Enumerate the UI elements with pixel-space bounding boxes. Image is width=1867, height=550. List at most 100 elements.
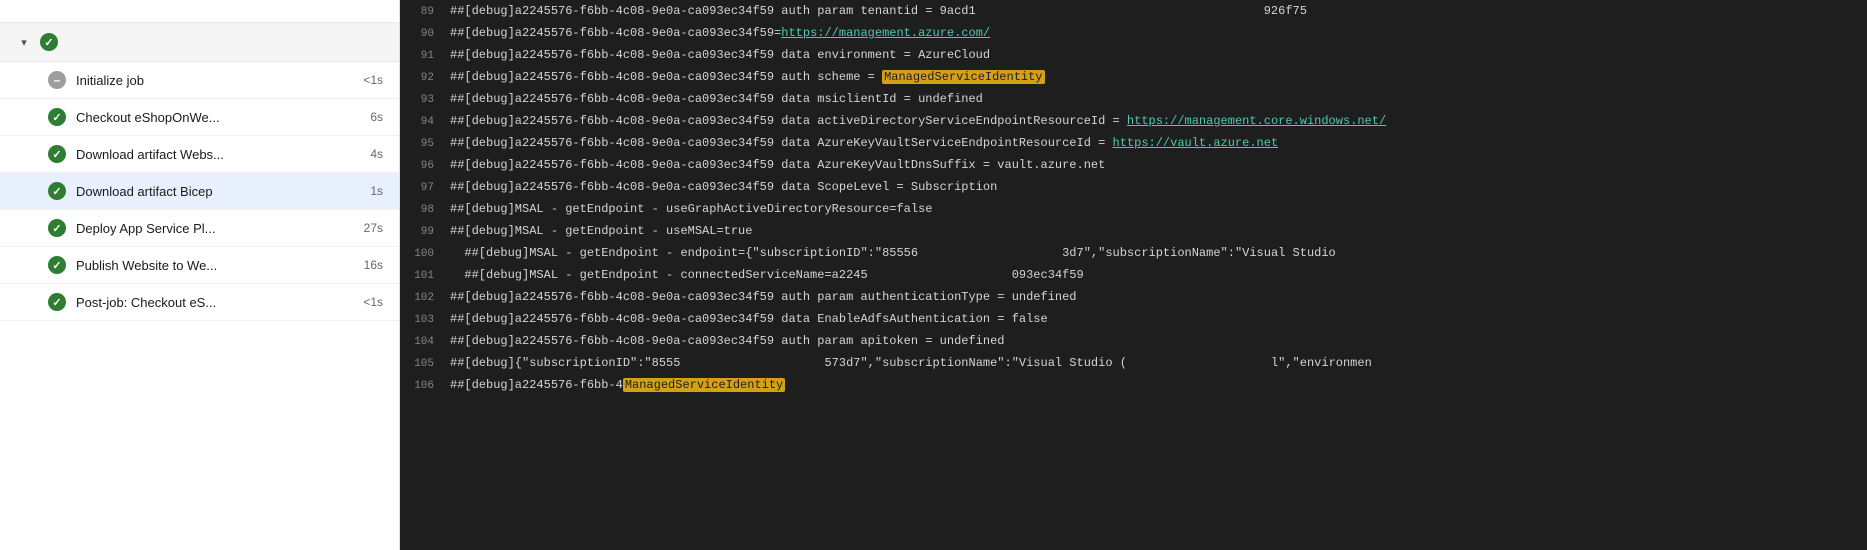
panel-title <box>0 0 399 23</box>
log-content: ##[debug]a2245576-f6bb-4c08-9e0a-ca093ec… <box>442 22 1867 44</box>
deploy-section: ▾ Initialize job <1s Checkout eShopOnWe...… <box>0 23 399 321</box>
line-number: 104 <box>400 334 442 350</box>
log-content: ##[debug]MSAL - getEndpoint - useMSAL=tr… <box>442 220 1867 242</box>
job-time: 4s <box>370 147 383 161</box>
success-icon <box>48 182 66 200</box>
log-row: 104##[debug]a2245576-f6bb-4c08-9e0a-ca09… <box>400 330 1867 352</box>
line-number: 91 <box>400 48 442 64</box>
job-time: <1s <box>363 295 383 309</box>
job-name: Publish Website to We... <box>76 258 354 273</box>
log-panel: 89##[debug]a2245576-f6bb-4c08-9e0a-ca093… <box>400 0 1867 550</box>
log-content: ##[debug]a2245576-f6bb-4c08-9e0a-ca093ec… <box>442 110 1867 132</box>
log-content: ##[debug]a2245576-f6bb-4c08-9e0a-ca093ec… <box>442 132 1867 154</box>
line-number: 97 <box>400 180 442 196</box>
success-icon <box>48 256 66 274</box>
log-row: 99##[debug]MSAL - getEndpoint - useMSAL=… <box>400 220 1867 242</box>
line-number: 103 <box>400 312 442 328</box>
job-item[interactable]: Publish Website to We... 16s <box>0 247 399 284</box>
deploy-header[interactable]: ▾ <box>0 23 399 62</box>
line-number: 100 <box>400 246 442 262</box>
job-item[interactable]: Download artifact Bicep 1s <box>0 173 399 210</box>
log-content: ##[debug]{"subscriptionID":"8555 573d7",… <box>442 352 1867 374</box>
job-name: Post-job: Checkout eS... <box>76 295 353 310</box>
line-number: 95 <box>400 136 442 152</box>
log-row: 106##[debug]a2245576-f6bb-4ManagedServic… <box>400 374 1867 396</box>
log-row: 96##[debug]a2245576-f6bb-4c08-9e0a-ca093… <box>400 154 1867 176</box>
truncated-text <box>918 246 1062 260</box>
log-row: 90##[debug]a2245576-f6bb-4c08-9e0a-ca093… <box>400 22 1867 44</box>
truncated-text <box>680 356 824 370</box>
success-icon <box>48 293 66 311</box>
job-time: 27s <box>364 221 383 235</box>
truncated-text <box>868 268 1012 282</box>
job-item[interactable]: Post-job: Checkout eS... <1s <box>0 284 399 321</box>
job-time: 16s <box>364 258 383 272</box>
success-icon <box>48 145 66 163</box>
log-content: ##[debug]a2245576-f6bb-4c08-9e0a-ca093ec… <box>442 66 1867 88</box>
highlight-text: ManagedServiceIdentity <box>623 378 785 392</box>
log-content: ##[debug]MSAL - getEndpoint - connectedS… <box>442 264 1867 286</box>
deploy-status-icon <box>40 33 58 51</box>
job-name: Download artifact Webs... <box>76 147 360 162</box>
line-number: 101 <box>400 268 442 284</box>
line-number: 94 <box>400 114 442 130</box>
job-item[interactable]: Initialize job <1s <box>0 62 399 99</box>
skipped-icon <box>48 71 66 89</box>
line-number: 98 <box>400 202 442 218</box>
line-number: 92 <box>400 70 442 86</box>
log-row: 101 ##[debug]MSAL - getEndpoint - connec… <box>400 264 1867 286</box>
log-row: 91##[debug]a2245576-f6bb-4c08-9e0a-ca093… <box>400 44 1867 66</box>
log-content: ##[debug]a2245576-f6bb-4c08-9e0a-ca093ec… <box>442 286 1867 308</box>
log-content: ##[debug]a2245576-f6bb-4c08-9e0a-ca093ec… <box>442 330 1867 352</box>
log-content: ##[debug]MSAL - getEndpoint - useGraphAc… <box>442 198 1867 220</box>
log-content: ##[debug]a2245576-f6bb-4ManagedServiceId… <box>442 374 1867 396</box>
line-number: 90 <box>400 26 442 42</box>
chevron-down-icon: ▾ <box>16 34 32 50</box>
line-number: 99 <box>400 224 442 240</box>
line-number: 96 <box>400 158 442 174</box>
job-name: Initialize job <box>76 73 353 88</box>
job-time: <1s <box>363 73 383 87</box>
log-row: 100 ##[debug]MSAL - getEndpoint - endpoi… <box>400 242 1867 264</box>
log-row: 103##[debug]a2245576-f6bb-4c08-9e0a-ca09… <box>400 308 1867 330</box>
left-panel: ▾ Initialize job <1s Checkout eShopOnWe...… <box>0 0 400 550</box>
log-row: 95##[debug]a2245576-f6bb-4c08-9e0a-ca093… <box>400 132 1867 154</box>
log-row: 98##[debug]MSAL - getEndpoint - useGraph… <box>400 198 1867 220</box>
line-number: 105 <box>400 356 442 372</box>
log-row: 89##[debug]a2245576-f6bb-4c08-9e0a-ca093… <box>400 0 1867 22</box>
log-row: 94##[debug]a2245576-f6bb-4c08-9e0a-ca093… <box>400 110 1867 132</box>
success-icon <box>48 108 66 126</box>
log-link[interactable]: https://management.azure.com/ <box>781 26 990 40</box>
job-item[interactable]: Download artifact Webs... 4s <box>0 136 399 173</box>
job-item[interactable]: Checkout eShopOnWe... 6s <box>0 99 399 136</box>
job-item[interactable]: Deploy App Service Pl... 27s <box>0 210 399 247</box>
line-number: 102 <box>400 290 442 306</box>
job-name: Deploy App Service Pl... <box>76 221 354 236</box>
line-number: 93 <box>400 92 442 108</box>
job-list: Initialize job <1s Checkout eShopOnWe... 6s… <box>0 62 399 321</box>
line-number: 89 <box>400 4 442 20</box>
log-content: ##[debug]a2245576-f6bb-4c08-9e0a-ca093ec… <box>442 154 1867 176</box>
log-row: 97##[debug]a2245576-f6bb-4c08-9e0a-ca093… <box>400 176 1867 198</box>
log-content: ##[debug]a2245576-f6bb-4c08-9e0a-ca093ec… <box>442 0 1867 22</box>
highlight-text: ManagedServiceIdentity <box>882 70 1044 84</box>
truncated-gap <box>976 4 1264 18</box>
log-content: ##[debug]MSAL - getEndpoint - endpoint={… <box>442 242 1867 264</box>
log-content: ##[debug]a2245576-f6bb-4c08-9e0a-ca093ec… <box>442 88 1867 110</box>
job-name: Download artifact Bicep <box>76 184 360 199</box>
line-number: 106 <box>400 378 442 394</box>
log-content: ##[debug]a2245576-f6bb-4c08-9e0a-ca093ec… <box>442 308 1867 330</box>
log-row: 105##[debug]{"subscriptionID":"8555 573d… <box>400 352 1867 374</box>
log-link[interactable]: https://vault.azure.net <box>1113 136 1279 150</box>
truncated-text-2 <box>1127 356 1271 370</box>
log-link[interactable]: https://management.core.windows.net/ <box>1127 114 1386 128</box>
log-row: 92##[debug]a2245576-f6bb-4c08-9e0a-ca093… <box>400 66 1867 88</box>
log-content: ##[debug]a2245576-f6bb-4c08-9e0a-ca093ec… <box>442 44 1867 66</box>
job-time: 1s <box>370 184 383 198</box>
job-name: Checkout eShopOnWe... <box>76 110 360 125</box>
log-row: 93##[debug]a2245576-f6bb-4c08-9e0a-ca093… <box>400 88 1867 110</box>
log-row: 102##[debug]a2245576-f6bb-4c08-9e0a-ca09… <box>400 286 1867 308</box>
log-content: ##[debug]a2245576-f6bb-4c08-9e0a-ca093ec… <box>442 176 1867 198</box>
job-time: 6s <box>370 110 383 124</box>
success-icon <box>48 219 66 237</box>
